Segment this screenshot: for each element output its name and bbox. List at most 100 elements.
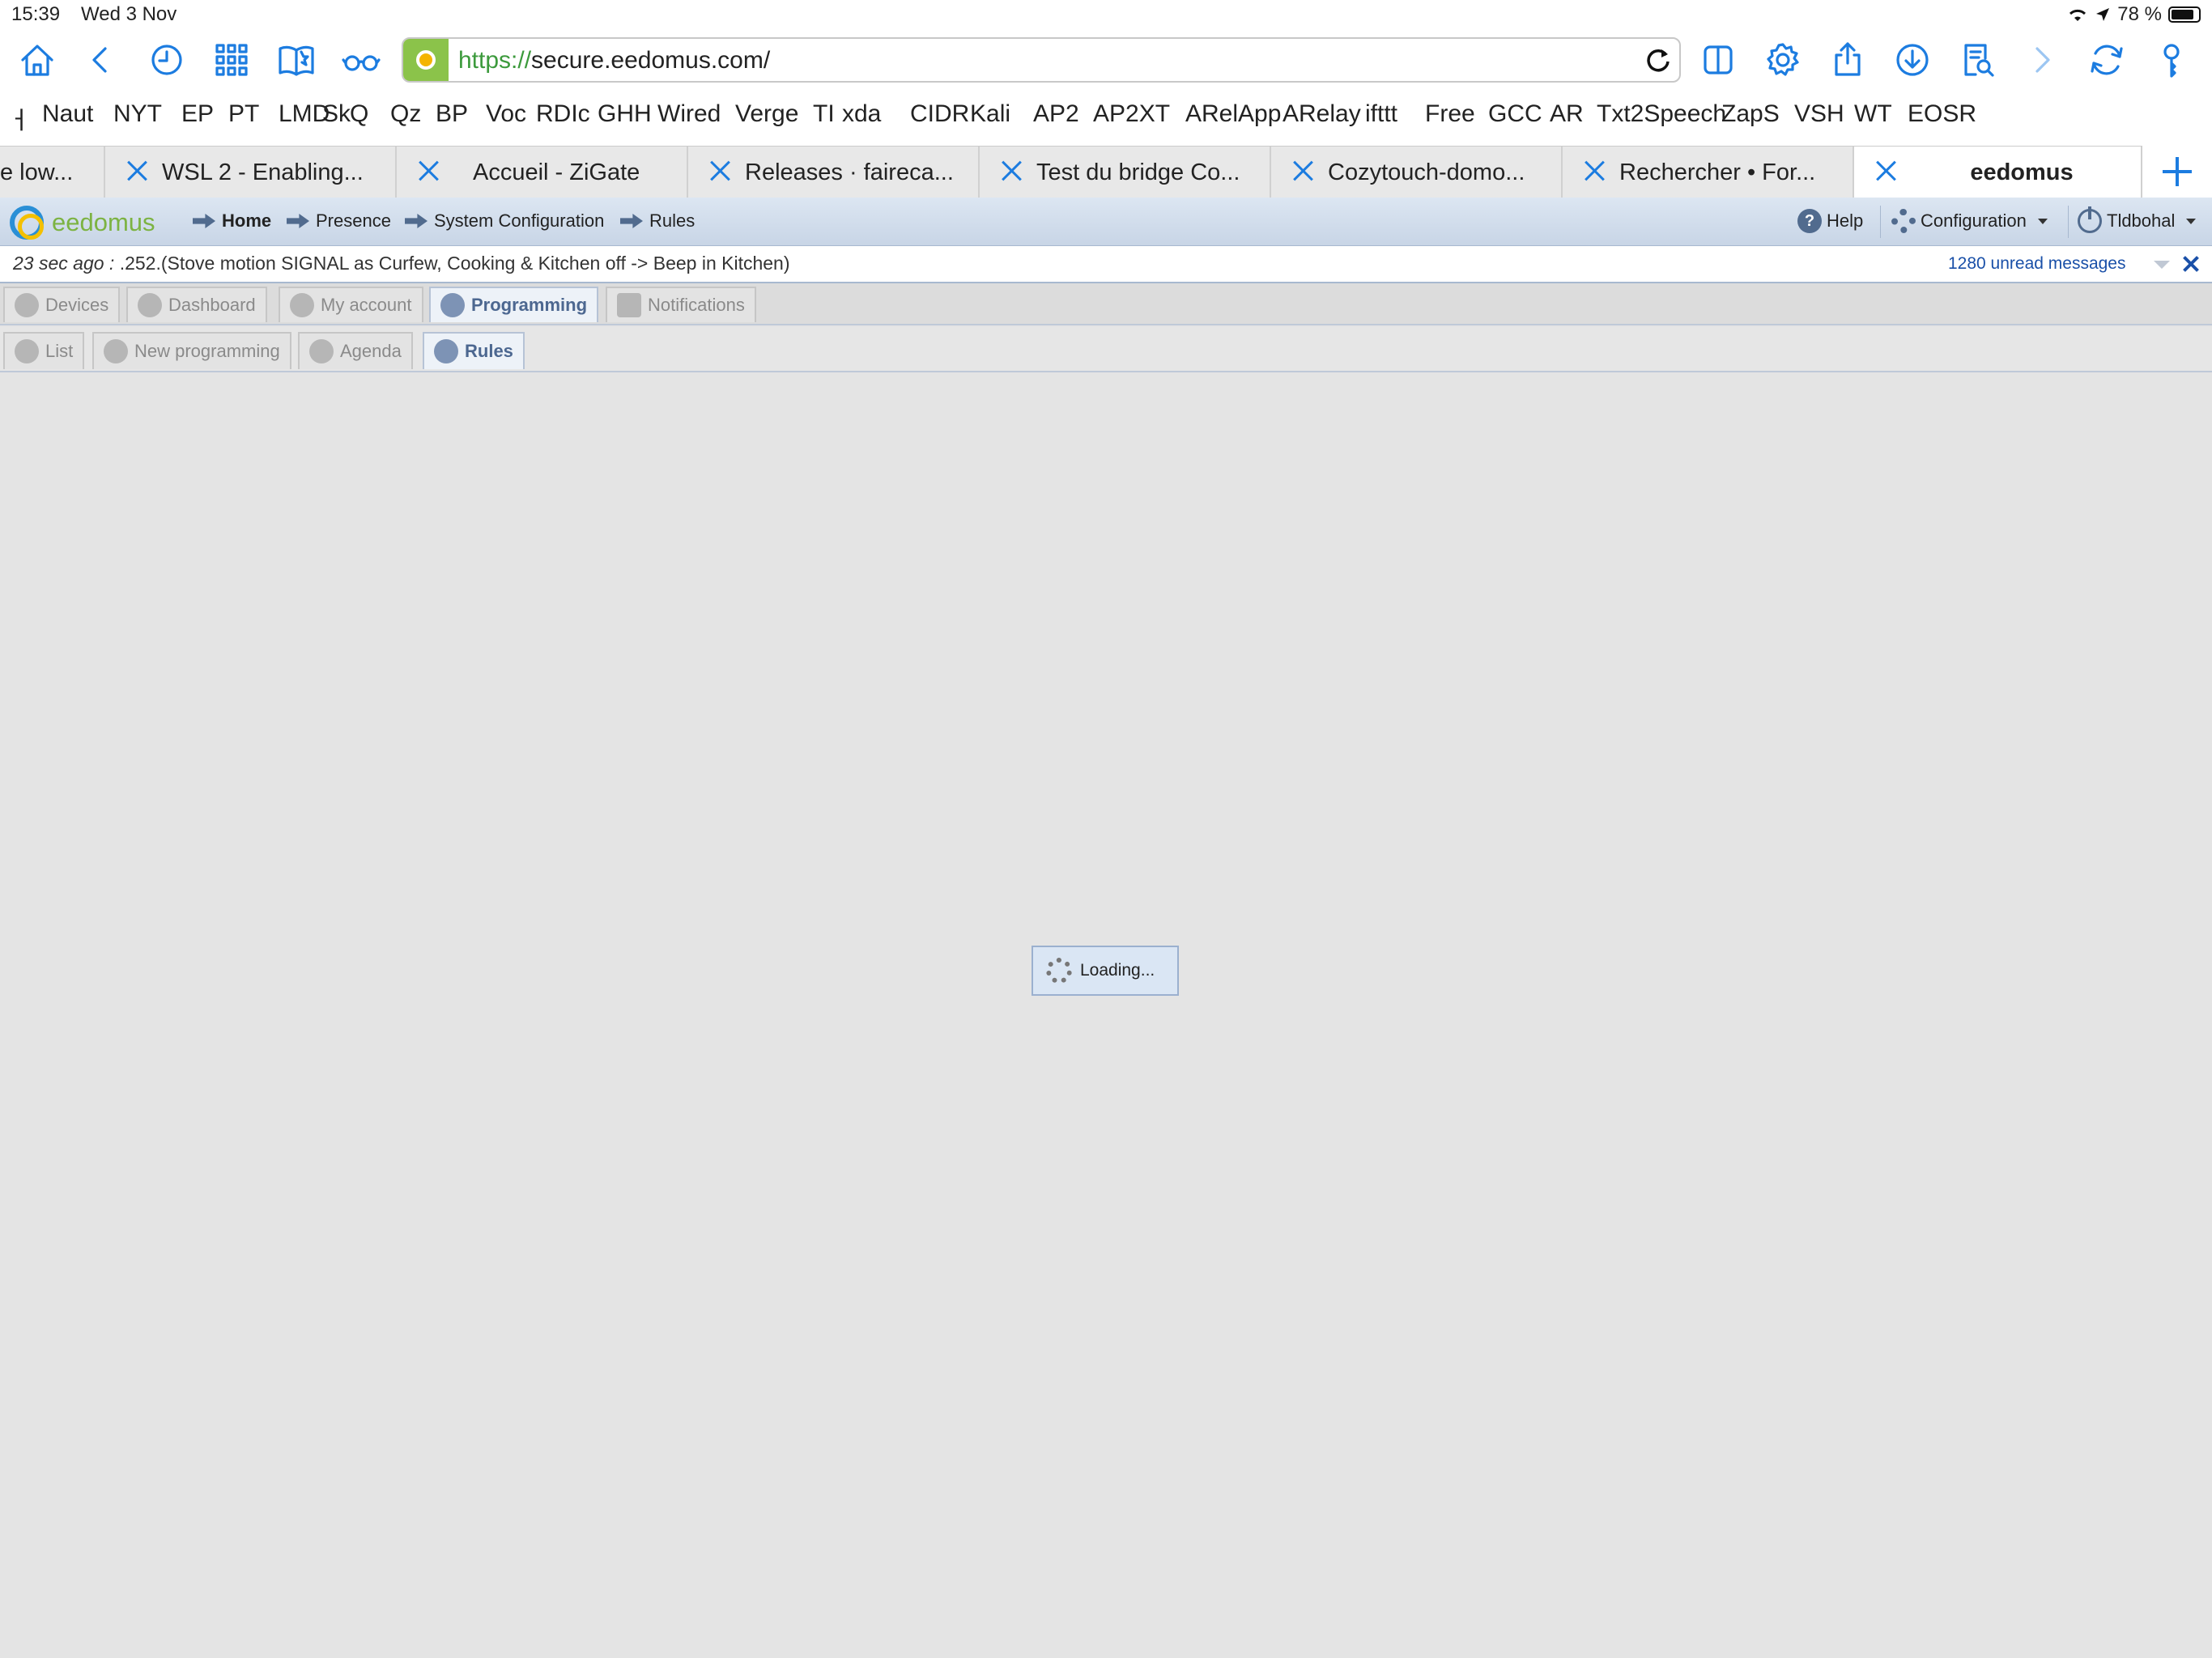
reader-glasses-icon[interactable] [338,37,384,83]
browser-tab[interactable]: Cozytouch-domo... [1271,147,1563,198]
browser-tab[interactable]: Accueil - ZiGate [397,147,688,198]
close-tab-icon[interactable] [1582,158,1608,184]
unread-messages-link[interactable]: 1280 unread messages [1948,254,2126,274]
sync-icon[interactable] [2084,37,2129,83]
bookmark-item[interactable]: CIDR [910,100,969,128]
chevron-down-icon[interactable] [2154,261,2170,269]
close-tab-icon[interactable] [125,158,151,184]
bookmark-item[interactable]: BP [436,100,468,128]
subtab-new-programming[interactable]: New programming [92,332,291,369]
bookmark-item[interactable]: AR [1550,100,1584,128]
find-icon[interactable] [1955,37,2000,83]
message-bar: 23 sec ago : .252.(Stove motion SIGNAL a… [0,246,2212,283]
subtab-rules[interactable]: Rules [423,332,525,369]
bookmark-item[interactable]: EP [181,100,214,128]
bookmarks-bar: ㅓ Naut NYT EP PT LMD Sk Q Qz BP Voc RDIc GHH Wired Ve… [0,96,2212,136]
wifi-icon [2069,9,2087,21]
bookmark-item[interactable]: GCC [1488,100,1542,128]
key-icon[interactable] [2149,37,2194,83]
nav-presence[interactable]: Presence [287,210,391,232]
browser-tab[interactable]: Releases · faireca... [688,147,980,198]
bookmark-item[interactable]: Kali [970,100,1010,128]
nav-rules[interactable]: Rules [620,210,695,232]
bookmark-item[interactable]: PT [228,100,259,128]
sidebar-icon[interactable] [1695,37,1741,83]
forward-icon[interactable] [2019,37,2065,83]
bookmark-item[interactable]: ifttt [1365,100,1397,128]
settings-icon[interactable] [1760,37,1806,83]
close-tab-icon[interactable] [1291,158,1317,184]
user-menu[interactable]: Tldbohal [2078,206,2197,233]
bookmark-item[interactable]: AP2 [1033,100,1079,128]
tab-devices[interactable]: Devices [3,287,121,322]
tab-notifications[interactable]: Notifications [606,287,756,322]
tab-dashboard[interactable]: Dashboard [126,287,267,322]
nav-home[interactable]: Home [193,210,271,232]
bookmark-item[interactable]: WT [1854,100,1892,128]
bookmark-item[interactable]: Sk [322,100,351,128]
bookmark-item[interactable]: xda [842,100,881,128]
bookmark-item[interactable]: Naut [42,100,93,128]
url-text[interactable]: https://secure.eedomus.com/ [458,47,770,74]
url-bar[interactable]: https://secure.eedomus.com/ [402,37,1681,83]
share-icon[interactable] [1825,37,1870,83]
history-icon[interactable] [144,37,189,83]
new-tab-button[interactable] [2142,146,2212,198]
browser-tab[interactable]: WSL 2 - Enabling... [105,147,397,198]
close-tab-icon[interactable] [416,158,442,184]
nav-system-configuration[interactable]: System Configuration [405,210,604,232]
browser-tab-active[interactable]: eedomus [1854,147,2142,198]
close-icon[interactable] [2181,254,2201,274]
bookmark-item[interactable]: GHH [598,100,652,128]
latest-message[interactable]: 23 sec ago : .252.(Stove motion SIGNAL a… [13,253,790,274]
chevron-down-icon [2186,218,2197,224]
bookmark-item[interactable]: AP2XT [1093,100,1170,128]
back-icon[interactable] [78,37,123,83]
bookmark-item[interactable]: ARelApp [1185,100,1281,128]
close-tab-icon[interactable] [999,158,1025,184]
bookmark-item[interactable]: EOSR [1908,100,1976,128]
eedomus-logo[interactable]: eedomus [10,206,155,240]
close-tab-icon[interactable] [1874,158,1899,184]
bookmark-item[interactable]: Verge [735,100,798,128]
help-link[interactable]: ? Help [1797,209,1863,233]
tab-my-account[interactable]: My account [279,287,423,322]
bookmark-item[interactable]: Q [350,100,368,128]
browser-tab[interactable]: Test du bridge Co... [980,147,1271,198]
bookmark-item[interactable]: Voc [486,100,526,128]
bookmarks-icon[interactable] [274,37,319,83]
loading-text: Loading... [1080,961,1155,980]
bookmark-item[interactable]: NYT [113,100,162,128]
user-icon [290,293,314,317]
gear-icon [1891,209,1916,233]
browser-tab[interactable]: Rechercher • For... [1563,147,1854,198]
status-time: 15:39 [11,3,61,25]
bookmark-item[interactable]: ZapS [1721,100,1780,128]
battery-icon [2168,6,2201,23]
dashboard-icon [138,293,162,317]
download-icon[interactable] [1890,37,1935,83]
close-tab-icon[interactable] [708,158,734,184]
grid-icon[interactable] [209,37,254,83]
bookmark-item[interactable]: VSH [1794,100,1844,128]
bookmark-item[interactable]: Txt2Speech [1597,100,1726,128]
browser-chrome: 15:39 Wed 3 Nov 78 % https://secure.eedo… [0,0,2212,198]
bookmark-item[interactable]: ARelay [1283,100,1361,128]
subtab-list[interactable]: List [3,332,85,369]
bookmark-item[interactable]: Qz [390,100,421,128]
configuration-menu[interactable]: Configuration [1891,209,2048,233]
battery-percent: 78 % [2117,3,2162,25]
bookmark-item[interactable]: Wired [657,100,721,128]
subtab-agenda[interactable]: Agenda [298,332,413,369]
bookmark-item[interactable]: RDIc [536,100,590,128]
reload-icon[interactable] [1644,45,1673,74]
status-right: 78 % [2067,3,2201,26]
location-icon [2096,8,2110,21]
browser-tab[interactable]: e low... [0,147,105,198]
bookmark-item[interactable]: Free [1425,100,1475,128]
bookmark-partial[interactable]: ㅓ [8,100,31,136]
bookmark-item[interactable]: TI [813,100,835,128]
tab-programming[interactable]: Programming [429,287,599,322]
sub-tabs: List New programming Agenda Rules [0,327,2212,372]
home-icon[interactable] [15,37,60,83]
